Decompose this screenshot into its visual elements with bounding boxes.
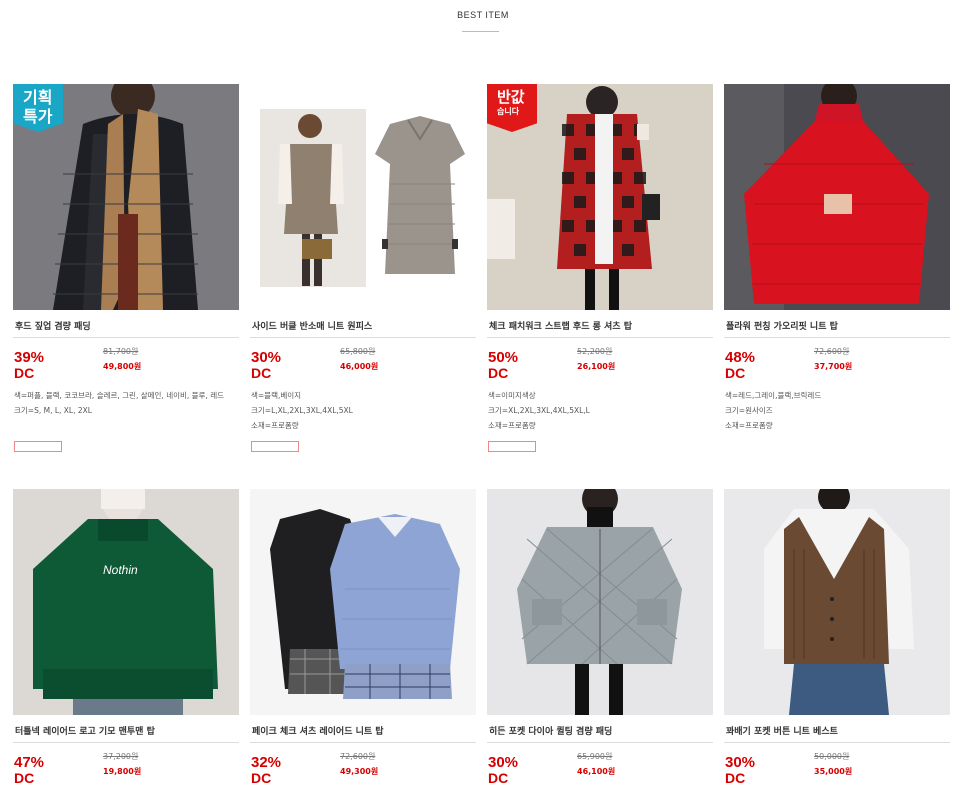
- sale-price: 46,100원: [577, 767, 616, 776]
- product-name[interactable]: 터틀넥 레이어드 로고 기모 맨투맨 탑: [15, 724, 239, 737]
- divider: [724, 742, 950, 743]
- original-price: 72,600원: [814, 347, 850, 356]
- product-card[interactable]: 사이드 버클 반소매 니트 원피스 30% DC 65,800원 46,000원…: [250, 84, 476, 452]
- sale-price: 35,000원: [814, 767, 853, 776]
- product-image[interactable]: [724, 489, 950, 715]
- product-card[interactable]: 반값 습니다 체크 패치워크 스트랩 후드 롱 셔츠 탑 50% DC 52,20…: [487, 84, 713, 452]
- discount-label: DC: [251, 365, 272, 381]
- product-details: 색=이미지색상 크기=XL,2XL,3XL,4XL,5XL,L 소재=프로폼량: [488, 388, 713, 433]
- product-image[interactable]: 반값 습니다: [487, 84, 713, 310]
- product-image[interactable]: [250, 84, 476, 310]
- original-price: 72,600원: [340, 752, 376, 761]
- original-price: 65,900원: [577, 752, 613, 761]
- product-name[interactable]: 플라워 펀칭 가오리핏 니트 탑: [726, 319, 950, 332]
- discount-percent: 47%: [14, 754, 45, 771]
- product-details: 색=레드,그레이,블랙,브릭레드 크기=원사이즈 소재=프로폼량: [725, 388, 950, 433]
- promo-badge: 기획 특가: [13, 84, 63, 132]
- divider: [250, 742, 476, 743]
- detail-size: 크기=L,XL,2XL,3XL,4XL,5XL: [251, 406, 353, 415]
- discount-label: DC: [14, 365, 35, 381]
- option-tag[interactable]: [488, 441, 536, 452]
- detail-size: 크기=XL,2XL,3XL,4XL,5XL,L: [488, 406, 590, 415]
- title-underline: [462, 31, 499, 32]
- detail-color: 색=이미지색상: [488, 391, 536, 400]
- original-price: 50,000원: [814, 752, 850, 761]
- product-details: 색=블랙,베이지 크기=L,XL,2XL,3XL,4XL,5XL 소재=프로폼량: [251, 388, 476, 433]
- product-name[interactable]: 히든 포켓 다이아 퀼팅 겸량 패딩: [489, 724, 713, 737]
- product-image[interactable]: [724, 84, 950, 310]
- divider: [13, 742, 239, 743]
- product-name[interactable]: 후드 짚업 겸량 패딩: [15, 319, 239, 332]
- discount-label: DC: [251, 770, 272, 786]
- svg-text:Nothin: Nothin: [103, 563, 138, 577]
- sale-price: 19,800원: [103, 767, 142, 776]
- detail-material: 소재=프로폼량: [725, 421, 773, 430]
- discount-label: DC: [488, 365, 509, 381]
- divider: [13, 337, 239, 338]
- discount-label: DC: [725, 770, 746, 786]
- product-name[interactable]: 체크 패치워크 스트랩 후드 롱 셔츠 탑: [489, 319, 713, 332]
- original-price: 65,800원: [340, 347, 376, 356]
- discount-percent: 30%: [725, 754, 756, 771]
- product-card[interactable]: Nothin 터틀넥 레이어드 로고 기모 맨투맨 탑 47% DC 37,20…: [13, 489, 239, 785]
- discount-label: DC: [725, 365, 746, 381]
- detail-color: 색=레드,그레이,블랙,브릭레드: [725, 391, 822, 400]
- product-image[interactable]: [250, 489, 476, 715]
- original-price: 81,700원: [103, 347, 139, 356]
- sale-price: 49,300원: [340, 767, 379, 776]
- option-tag[interactable]: [14, 441, 62, 452]
- discount-percent: 50%: [488, 349, 519, 366]
- detail-size: 크기=원사이즈: [725, 406, 773, 415]
- option-tag[interactable]: [251, 441, 299, 452]
- product-name[interactable]: 페이크 체크 셔츠 레이어드 니트 탑: [252, 724, 476, 737]
- product-card[interactable]: 히든 포켓 다이아 퀼팅 겸량 패딩 30% DC 65,900원 46,100…: [487, 489, 713, 785]
- original-price: 37,200원: [103, 752, 139, 761]
- sale-price: 37,700원: [814, 362, 853, 371]
- detail-color: 색=퍼플, 블랙, 코코브라, 슬레르, 그린, 살메인, 네이비, 블루, 레…: [14, 391, 225, 400]
- promo-badge: 반값 습니다: [487, 84, 537, 132]
- section-title: BEST ITEM: [457, 10, 509, 20]
- sale-price: 49,800원: [103, 362, 142, 371]
- product-image[interactable]: [487, 489, 713, 715]
- product-card[interactable]: 플라워 펀칭 가오리핏 니트 탑 48% DC 72,600원 37,700원 …: [724, 84, 950, 430]
- detail-size: 크기=S, M, L, XL, 2XL: [14, 406, 92, 415]
- product-image[interactable]: 기획 특가: [13, 84, 239, 310]
- product-card[interactable]: 기획 특가 후드 짚업 겸량 패딩 39% DC 81,700원 49,800원 …: [13, 84, 239, 452]
- sale-price: 46,000원: [340, 362, 379, 371]
- product-details: 색=퍼플, 블랙, 코코브라, 슬레르, 그린, 살메인, 네이비, 블루, 레…: [14, 388, 239, 418]
- detail-material: 소재=프로폼량: [488, 421, 536, 430]
- divider: [487, 337, 713, 338]
- discount-percent: 39%: [14, 349, 45, 366]
- discount-label: DC: [14, 770, 35, 786]
- divider: [250, 337, 476, 338]
- product-name[interactable]: 사이드 버클 반소매 니트 원피스: [252, 319, 476, 332]
- sale-price: 26,100원: [577, 362, 616, 371]
- detail-material: 소재=프로폼량: [251, 421, 299, 430]
- detail-color: 색=블랙,베이지: [251, 391, 302, 400]
- original-price: 52,200원: [577, 347, 613, 356]
- divider: [487, 742, 713, 743]
- product-card[interactable]: 꽈배기 포켓 버튼 니트 베스트 30% DC 50,000원 35,000원: [724, 489, 950, 785]
- discount-percent: 30%: [251, 349, 282, 366]
- product-card[interactable]: 페이크 체크 셔츠 레이어드 니트 탑 32% DC 72,600원 49,30…: [250, 489, 476, 785]
- discount-percent: 30%: [488, 754, 519, 771]
- divider: [724, 337, 950, 338]
- product-image[interactable]: Nothin: [13, 489, 239, 715]
- product-name[interactable]: 꽈배기 포켓 버튼 니트 베스트: [726, 724, 950, 737]
- discount-percent: 32%: [251, 754, 282, 771]
- discount-percent: 48%: [725, 349, 756, 366]
- discount-label: DC: [488, 770, 509, 786]
